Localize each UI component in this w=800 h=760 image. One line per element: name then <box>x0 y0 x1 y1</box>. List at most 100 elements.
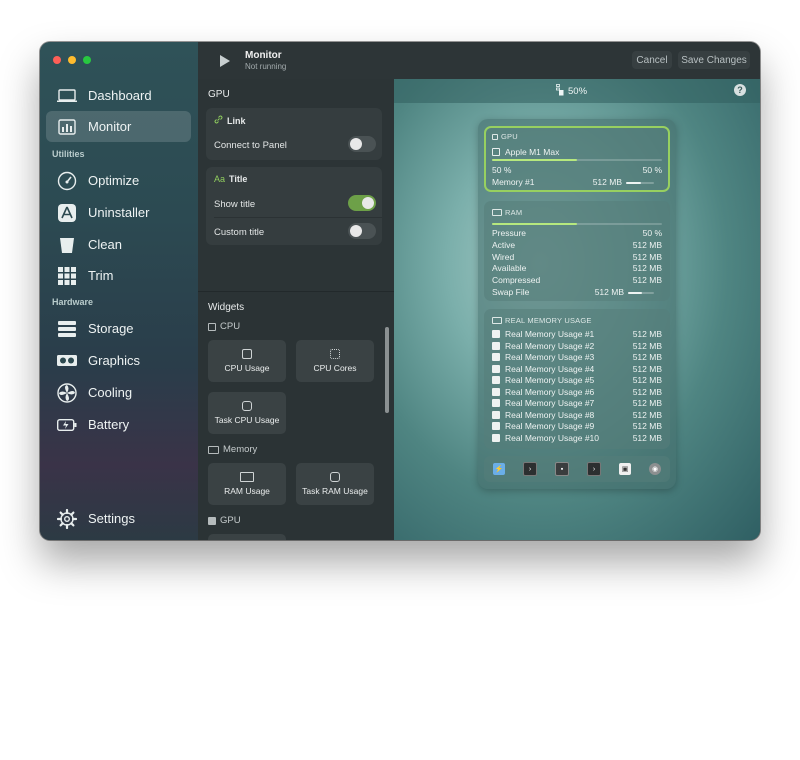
sidebar-item-optimize[interactable]: Optimize <box>46 165 191 196</box>
trash-bin-icon <box>56 234 78 256</box>
bolt-icon[interactable]: ⚡ <box>493 463 505 475</box>
real-memory-widget[interactable]: REAL MEMORY USAGE Real Memory Usage #1 51… <box>484 309 670 449</box>
widget-gpu-tile-partial[interactable] <box>208 534 286 540</box>
terminal-icon[interactable]: › <box>587 462 601 476</box>
battery-icon <box>56 414 78 436</box>
memory-icon <box>492 209 502 216</box>
sidebar-item-settings[interactable]: Settings <box>46 503 191 534</box>
terminal-icon[interactable]: › <box>523 462 537 476</box>
sidebar-item-label: Cooling <box>88 385 133 400</box>
swap-file-label: Swap File <box>492 287 530 297</box>
preview-topbar: 50% ? <box>394 79 760 103</box>
minimize-window-button[interactable] <box>68 56 76 64</box>
real-memory-label: REAL MEMORY USAGE <box>505 316 592 325</box>
memory-icon <box>208 445 219 454</box>
real-memory-row: Real Memory Usage #3 <box>492 352 594 362</box>
real-memory-row: Real Memory Usage #1 <box>492 329 594 339</box>
real-memory-row: Real Memory Usage #6 <box>492 387 594 397</box>
checkbox-icon <box>492 422 500 430</box>
chip-icon[interactable]: ▪ <box>555 462 569 476</box>
widget-cpu-cores[interactable]: CPU Cores <box>296 340 374 382</box>
swap-file-bar <box>628 292 654 294</box>
divider <box>214 217 382 218</box>
checkbox-icon <box>492 148 500 156</box>
widget-label: Task CPU Usage <box>214 415 280 425</box>
help-button[interactable]: ? <box>734 84 746 96</box>
section-label: CPU <box>220 321 241 332</box>
real-memory-row-label: Real Memory Usage #4 <box>505 363 595 374</box>
real-memory-row-value: 512 MB <box>632 340 662 351</box>
real-memory-row-value: 512 MB <box>632 409 662 420</box>
sidebar-item-label: Monitor <box>88 119 132 134</box>
widget-task-cpu-usage[interactable]: Task CPU Usage <box>208 392 286 434</box>
connect-to-panel-label: Connect to Panel <box>214 140 287 151</box>
sidebar-item-graphics[interactable]: Graphics <box>46 345 191 376</box>
widget-task-ram-usage[interactable]: Task RAM Usage <box>296 463 374 505</box>
show-title-label: Show title <box>214 199 256 210</box>
widget-cpu-usage[interactable]: CPU Usage <box>208 340 286 382</box>
sidebar-item-battery[interactable]: Battery <box>46 409 191 440</box>
real-memory-row: Real Memory Usage #9 <box>492 421 594 431</box>
app-store-icon <box>56 202 78 224</box>
widgets-title: Widgets <box>208 302 245 313</box>
zoom-indicator[interactable]: 50% <box>556 84 587 99</box>
real-memory-row-value: 512 MB <box>632 421 662 431</box>
gpu-device-row: Apple M1 Max <box>492 147 559 157</box>
real-memory-row-value: 512 MB <box>632 386 662 397</box>
gpu-usage-bar <box>492 159 662 161</box>
task-cpu-icon <box>242 401 252 411</box>
save-changes-button[interactable]: Save Changes <box>678 51 750 69</box>
task-ram-icon <box>330 472 340 482</box>
gpu-widget[interactable]: GPU Apple M1 Max 50 % 50 % Memory #1 512… <box>484 126 670 192</box>
tray-icons: ⚡ › ▪ › ▣ ◉ <box>484 456 670 482</box>
real-memory-row-value: 512 MB <box>632 398 662 408</box>
widget-label: CPU Cores <box>313 363 357 373</box>
ram-usage-icon <box>240 472 254 482</box>
app-window: Dashboard Monitor Utilities Optimize Uni… <box>40 42 760 540</box>
real-memory-row: Real Memory Usage #10 <box>492 433 599 443</box>
ram-row-label: Compressed <box>492 275 541 286</box>
section-label: GPU <box>220 515 241 526</box>
ram-row-value: 512 MB <box>632 263 662 274</box>
sidebar: Dashboard Monitor Utilities Optimize Uni… <box>40 42 198 540</box>
connect-to-panel-toggle[interactable] <box>348 136 376 152</box>
real-memory-row-value: 512 MB <box>632 329 662 339</box>
memory-icon <box>492 317 502 324</box>
zoom-window-button[interactable] <box>83 56 91 64</box>
sidebar-item-cooling[interactable]: Cooling <box>46 377 191 408</box>
sidebar-item-trim[interactable]: Trim <box>46 260 191 291</box>
storage-icon <box>56 318 78 340</box>
record-icon[interactable]: ◉ <box>649 463 661 475</box>
sidebar-item-dashboard[interactable]: Dashboard <box>46 80 191 111</box>
sidebar-item-clean[interactable]: Clean <box>46 229 191 260</box>
play-icon[interactable] <box>220 54 230 72</box>
cancel-button[interactable]: Cancel <box>632 51 672 69</box>
title-card: Aa Title Show title Custom title <box>206 167 382 245</box>
real-memory-row-label: Real Memory Usage #10 <box>505 432 600 443</box>
ram-widget-header: RAM <box>492 208 522 217</box>
checkbox-icon <box>492 376 500 384</box>
custom-title-toggle[interactable] <box>348 223 376 239</box>
real-memory-row-value: 512 MB <box>632 363 662 374</box>
show-title-toggle[interactable] <box>348 195 376 211</box>
link-card: Link Connect to Panel <box>206 108 382 160</box>
real-memory-row-label: Real Memory Usage #7 <box>505 398 595 408</box>
widget-ram-usage[interactable]: RAM Usage <box>208 463 286 505</box>
gpu-device-name: Apple M1 Max <box>505 147 560 157</box>
sidebar-item-label: Uninstaller <box>88 205 150 220</box>
checkbox-icon <box>492 353 500 361</box>
sidebar-item-uninstaller[interactable]: Uninstaller <box>46 197 191 228</box>
drive-icon[interactable]: ▣ <box>619 463 631 475</box>
sidebar-item-monitor[interactable]: Monitor <box>46 111 191 142</box>
ram-pressure-bar <box>492 223 662 225</box>
real-memory-header: REAL MEMORY USAGE <box>492 316 592 325</box>
ram-row-label: Pressure <box>492 228 527 238</box>
close-window-button[interactable] <box>53 56 61 64</box>
widgets-scrollbar[interactable] <box>385 327 389 413</box>
sidebar-item-storage[interactable]: Storage <box>46 313 191 344</box>
real-memory-row: Real Memory Usage #2 <box>492 341 594 351</box>
gpu-icon <box>492 133 498 140</box>
real-memory-row-label: Real Memory Usage #6 <box>505 386 595 397</box>
gpu-memory-value: 512 MB <box>592 177 622 187</box>
ram-widget[interactable]: RAM Pressure 50 % Active 512 MB Wired 512 MB A… <box>484 201 670 301</box>
